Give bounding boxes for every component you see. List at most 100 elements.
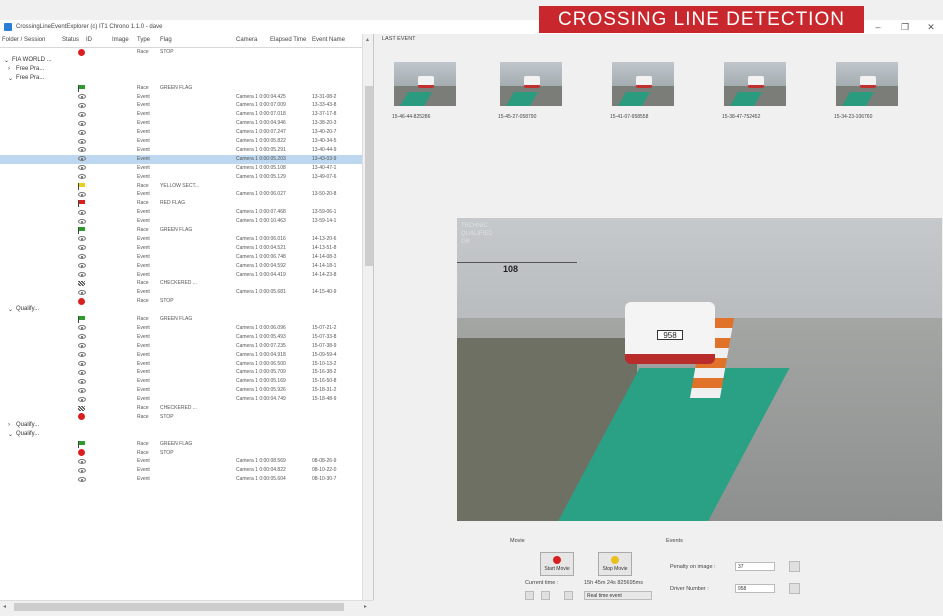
table-row[interactable]: Event Camera 1 0:00:05.709 15-16-38-2 [0,368,362,377]
type-cell: Event [137,111,150,118]
penalty-field[interactable]: 37 [735,562,775,571]
table-row[interactable]: Race STOP [0,449,362,458]
tree-node[interactable]: › Free Pra... [0,66,362,75]
table-row[interactable]: Event Camera 1 0:00:04.822 08-10-22-0 [0,466,362,475]
start-movie-button[interactable]: Start Movie [540,552,574,576]
table-row[interactable]: Race STOP [0,413,362,422]
table-row[interactable]: Event Camera 1 0:00:08.569 08-08-26-9 [0,457,362,466]
table-row[interactable]: Event Camera 1 0:00:05.681 14-15-40-9 [0,288,362,297]
table-row[interactable]: Event Camera 1 0:00:04.419 14-14-23-8 [0,271,362,280]
mode-select[interactable]: Real time event [584,591,652,600]
table-row[interactable]: Event Camera 1 0:00:05.291 13-40-44-9 [0,146,362,155]
table-row[interactable]: Event Camera 1 0:00:07.247 13-40-20-7 [0,128,362,137]
table-row[interactable]: Event Camera 1 0:00:06.096 15-07-21-2 [0,324,362,333]
table-row[interactable]: Event Camera 1 0:00:06.500 15-10-13-2 [0,360,362,369]
event-thumbnail[interactable] [500,62,562,106]
table-row[interactable]: Event Camera 1 0:00:05.129 13-49-07-6 [0,173,362,182]
table-row[interactable]: Event Camera 1 0:00:07.235 15-07-38-9 [0,342,362,351]
eye-icon [78,458,86,464]
close-button[interactable]: ✕ [921,20,941,34]
type-cell: Event [137,351,150,358]
vertical-scrollbar[interactable]: ▴ [362,34,373,600]
table-row[interactable]: Event Camera 1 0:00:04.749 15-18-48-9 [0,395,362,404]
tree-node[interactable]: ⌄ FIA WORLD ... [0,57,362,66]
col-type[interactable]: Type [137,37,150,43]
col-folder-session[interactable]: Folder / Session [2,37,45,43]
stop-movie-button[interactable]: Stop Movie [598,552,632,576]
table-row[interactable]: Event Camera 1 0:00:06.748 14-14-08-3 [0,253,362,262]
type-cell: Event [137,387,150,394]
vertical-scroll-thumb[interactable] [365,86,373,266]
scroll-left-icon[interactable]: ◂ [3,603,6,610]
driver-number-field[interactable]: 958 [735,584,775,593]
table-row[interactable]: Race RED FLAG [0,199,362,208]
expand-icon[interactable]: › [8,66,10,72]
table-row[interactable]: Event Camera 1 0:00:07.468 13-59-06-1 [0,208,362,217]
table-row[interactable]: Race STOP [0,48,362,57]
prev-frame-button[interactable] [525,591,534,600]
table-row[interactable]: Event Camera 1 0:00:06.027 13-50-20-8 [0,190,362,199]
tree-node[interactable]: ⌄ Free Pra... [0,75,362,84]
table-row[interactable]: Event Camera 1 0:00:05.822 13-40-34-5 [0,137,362,146]
event-thumbnail[interactable] [394,62,456,106]
collapse-icon[interactable]: ⌄ [8,75,13,82]
table-row[interactable]: Event Camera 1 0:00:10.463 13-59-14-1 [0,217,362,226]
table-row[interactable]: Race CHECKERED ... [0,404,362,413]
type-cell: Event [137,129,150,136]
col-flag[interactable]: Flag [160,37,172,43]
driver-apply-button[interactable] [789,583,800,594]
col-elapsed-time[interactable]: Elapsed Time [270,37,306,43]
table-row[interactable]: Event Camera 1 0:00:05.169 15-16-50-8 [0,377,362,386]
horizontal-scrollbar[interactable]: ◂ ▸ [0,600,374,612]
event-thumbnail[interactable] [724,62,786,106]
table-row[interactable]: Event Camera 1 0:00:07.009 13-33-43-8 [0,101,362,110]
type-cell: Event [137,467,150,474]
minimize-button[interactable]: – [868,20,888,34]
col-status[interactable]: Status [62,37,79,43]
flag-cell: STOP [160,413,174,420]
table-row[interactable]: Event Camera 1 0:00:04.946 13-38-20-3 [0,119,362,128]
collapse-icon[interactable]: ⌄ [8,431,13,438]
event-name-cell: 08-10-30-7 [312,476,337,483]
table-row[interactable]: Event Camera 1 0:00:07.018 13-37-17-8 [0,110,362,119]
collapse-icon[interactable]: ⌄ [8,306,13,313]
play-button[interactable] [541,591,550,600]
maximize-button[interactable]: ❐ [895,20,915,34]
table-row[interactable]: Race GREEN FLAG [0,226,362,235]
eye-icon [78,272,86,277]
table-row[interactable]: Event Camera 1 0:00:04.918 15-09-59-4 [0,351,362,360]
session-tree-table[interactable]: Folder / Session Status ID Image Type Fl… [0,34,374,600]
next-frame-button[interactable] [564,591,573,600]
table-row[interactable]: Race GREEN FLAG [0,315,362,324]
table-row[interactable]: Event Camera 1 0:00:04.425 13-31-08-2 [0,93,362,102]
table-row[interactable]: Event Camera 1 0:00:05.926 15-18-31-2 [0,386,362,395]
col-event-name[interactable]: Event Name [312,37,345,43]
collapse-icon[interactable]: ⌄ [4,57,9,64]
table-row[interactable]: Event Camera 1 0:00:04.521 14-13-51-8 [0,244,362,253]
col-id[interactable]: ID [86,37,92,43]
table-row[interactable]: Event Camera 1 0:00:05.108 13-40-47-1 [0,164,362,173]
event-thumbnail[interactable] [836,62,898,106]
table-row[interactable]: Event Camera 1 0:00:05.604 08-10-30-7 [0,475,362,484]
table-row[interactable]: Event Camera 1 0:00:04.592 14-14-18-1 [0,262,362,271]
table-row[interactable]: Race GREEN FLAG [0,440,362,449]
penalty-apply-button[interactable] [789,561,800,572]
col-image[interactable]: Image [112,37,129,43]
expand-icon[interactable]: › [8,422,10,428]
table-row[interactable]: Race CHECKERED ... [0,279,362,288]
tree-node[interactable]: › Qualify... [0,422,362,431]
tree-node[interactable]: ⌄ Qualify... [0,431,362,440]
table-row[interactable]: Event Camera 1 0:00:06.016 14-13-20-6 [0,235,362,244]
scroll-up-icon[interactable]: ▴ [366,36,369,43]
table-row[interactable]: Race YELLOW SECT... [0,182,362,191]
table-row[interactable]: Event Camera 1 0:00:05.203 13-43-03-9 [0,154,362,164]
eye-icon [78,165,86,171]
tree-node[interactable]: ⌄ Qualify... [0,306,362,315]
event-thumbnail[interactable] [612,62,674,106]
table-row[interactable]: Event Camera 1 0:00:05.493 15-07-33-8 [0,333,362,342]
horizontal-scroll-thumb[interactable] [14,603,344,611]
col-camera[interactable]: Camera [236,37,257,43]
scroll-right-icon[interactable]: ▸ [364,603,367,610]
table-row[interactable]: Race STOP [0,297,362,306]
table-row[interactable]: Race GREEN FLAG [0,84,362,93]
